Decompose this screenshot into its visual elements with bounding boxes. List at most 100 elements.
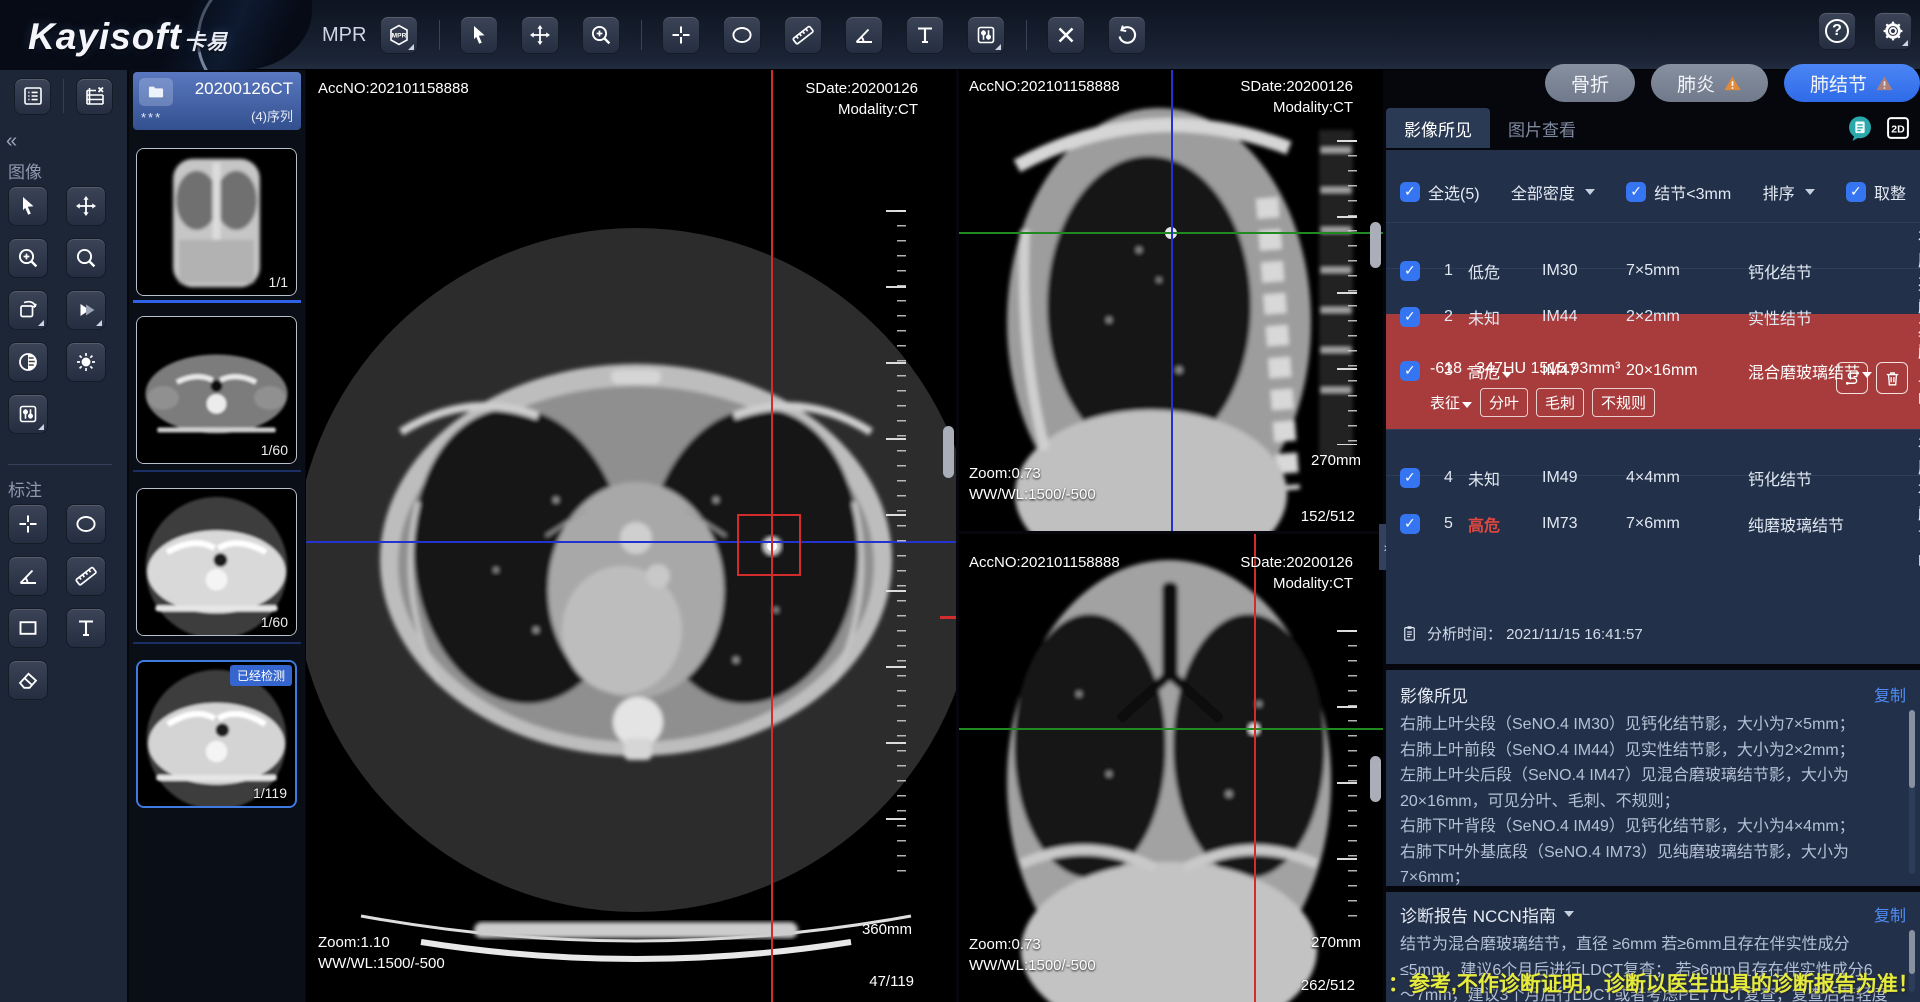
rail-crosshair-button[interactable]: [8, 504, 48, 544]
angle-tool-button[interactable]: [845, 16, 883, 54]
tab-image-findings[interactable]: 影像所见: [1386, 108, 1490, 148]
thumbnail-scout[interactable]: 1/1: [136, 148, 297, 296]
series-header[interactable]: 20200126CT *** (4)序列: [133, 72, 301, 130]
reset-button[interactable]: [1108, 16, 1146, 54]
checkbox-checked[interactable]: [1400, 261, 1420, 281]
thumbnail-axial-soft[interactable]: 1/60: [136, 488, 297, 636]
collapse-rail-button[interactable]: «: [6, 130, 17, 153]
toolbar-separator: [641, 20, 642, 50]
rail-magnify-button[interactable]: [66, 238, 106, 278]
settings-button[interactable]: [1874, 12, 1912, 50]
checkbox-checked[interactable]: [1626, 182, 1646, 202]
sagittal-scrollbar-thumb[interactable]: [1370, 222, 1381, 268]
thumbnail-axial-bone[interactable]: 1/60: [136, 316, 297, 464]
findings-scrollbar-thumb[interactable]: [1909, 710, 1915, 788]
study-date: SDate:20200126: [1240, 552, 1353, 573]
warning-icon: [1723, 74, 1742, 93]
rail-cine-button[interactable]: [66, 290, 106, 330]
help-button[interactable]: ?: [1818, 12, 1856, 50]
checkbox-checked[interactable]: [1400, 307, 1420, 327]
rail-ellipse-button[interactable]: [66, 504, 106, 544]
finding-line: 右肺下叶外基底段（SeNO.4 IM73）见纯磨玻璃结节影，大小为7×6mm；: [1400, 840, 1888, 889]
sagittal-viewport[interactable]: AccNO:202101158888 SDate:20200126 Modali…: [959, 70, 1383, 531]
axial-zoom-wwwl: Zoom:1.10 WW/WL:1500/-500: [318, 932, 445, 974]
zoom-tool-button[interactable]: [582, 16, 620, 54]
small-nodule-checkbox[interactable]: 结节<3mm: [1626, 180, 1731, 204]
route-icon: [1843, 369, 1862, 388]
layout-close-button[interactable]: [76, 78, 113, 115]
follow-up-button[interactable]: [1836, 362, 1868, 394]
layout-x-icon: [83, 84, 107, 108]
mode-pneumonia-button[interactable]: 肺炎: [1651, 64, 1768, 102]
crosshair-tool-button[interactable]: [662, 16, 700, 54]
ruler-tool-button[interactable]: [784, 16, 822, 54]
window-level-button[interactable]: [967, 16, 1005, 54]
rail-pan-button[interactable]: [66, 186, 106, 226]
feature-dropdown[interactable]: 表征: [1430, 392, 1472, 413]
logo-text-cn: 卡易: [184, 31, 228, 54]
rail-window-level-button[interactable]: [8, 394, 48, 434]
coronal-ruler-label: 270mm: [1311, 932, 1361, 953]
report-copy-button[interactable]: 复制: [1874, 902, 1906, 926]
delete-nodule-button[interactable]: [1876, 362, 1908, 394]
2d-view-icon[interactable]: 2D: [1884, 114, 1912, 142]
rail-eraser-button[interactable]: [8, 660, 48, 700]
angle-icon: [16, 564, 40, 588]
rail-pointer-button[interactable]: [8, 186, 48, 226]
mode-lung-nodule-button[interactable]: 肺结节: [1784, 64, 1920, 102]
thumbnail-axial-detected[interactable]: 已经检测 1/119: [136, 660, 297, 808]
nodule-roi-box[interactable]: [737, 514, 801, 576]
coronal-scrollbar-thumb[interactable]: [1370, 756, 1381, 802]
pointer-tool-button[interactable]: [460, 16, 498, 54]
sagittal-ruler-label: 270mm: [1311, 450, 1361, 471]
series-list-button[interactable]: [14, 78, 51, 115]
rail-zoom-button[interactable]: [8, 238, 48, 278]
study-title: 20200126CT: [195, 79, 293, 99]
checkbox-checked[interactable]: [1846, 182, 1866, 202]
delete-annotation-button[interactable]: [1047, 16, 1085, 54]
checkbox-checked[interactable]: [1400, 182, 1420, 202]
nodule-risk: 低危: [1468, 259, 1542, 283]
panel-tabs: 影像所见 图片查看: [1386, 108, 1920, 148]
report-bubble-icon[interactable]: [1846, 114, 1874, 142]
tab-image-view[interactable]: 图片查看: [1490, 108, 1594, 148]
rail-angle-button[interactable]: [8, 556, 48, 596]
rail-text-button[interactable]: [66, 608, 106, 648]
image-tools-section-label: 图像: [8, 158, 42, 183]
ellipse-tool-button[interactable]: [723, 16, 761, 54]
mode-fracture-button[interactable]: 骨折: [1545, 64, 1635, 102]
select-all-checkbox[interactable]: 全选(5): [1400, 180, 1480, 204]
axial-scrollbar-thumb[interactable]: [943, 426, 954, 478]
rail-rotate-button[interactable]: [8, 290, 48, 330]
nodule-type: 钙化结节: [1748, 466, 1918, 490]
nodule-row-4[interactable]: 4 未知 IM49 4×4mm 钙化结节 右肺下叶: [1386, 429, 1920, 475]
rail-rectangle-button[interactable]: [8, 608, 48, 648]
analysis-time-row: 分析时间： 2021/11/15 16:41:57: [1400, 623, 1643, 644]
nodule-row-3-selected[interactable]: 3 高危 IM47 20×16mm 混合磨玻璃结节 左肺上叶 -618 - 34…: [1386, 314, 1920, 429]
nodule-row-1[interactable]: 1 低危 IM30 7×5mm 钙化结节 右肺上叶: [1386, 222, 1920, 268]
thumbnail-slice-count: 1/60: [261, 442, 288, 458]
density-filter-dropdown[interactable]: 全部密度: [1511, 180, 1595, 204]
angle-icon: [852, 23, 876, 47]
x-icon: [1054, 23, 1078, 47]
findings-block: 影像所见 复制 右肺上叶尖段（SeNO.4 IM30）见钙化结节影，大小为7×5…: [1386, 670, 1920, 886]
ai-mode-switcher: 骨折 肺炎 肺结节: [1386, 64, 1920, 104]
sort-dropdown[interactable]: 排序: [1763, 180, 1815, 204]
checkbox-checked[interactable]: [1400, 514, 1420, 534]
rail-invert-button[interactable]: [8, 342, 48, 382]
toolbar-separator: [1026, 20, 1027, 50]
findings-copy-button[interactable]: 复制: [1874, 682, 1906, 706]
chevron-down-icon[interactable]: [1564, 911, 1574, 917]
round-checkbox[interactable]: 取整: [1846, 180, 1906, 204]
pan-tool-button[interactable]: [521, 16, 559, 54]
text-tool-button[interactable]: [906, 16, 944, 54]
svg-text:2D: 2D: [1891, 124, 1905, 136]
coronal-viewport[interactable]: AccNO:202101158888 SDate:20200126 Modali…: [959, 534, 1383, 1002]
axial-viewport[interactable]: AccNO:202101158888 SDate:20200126 Modali…: [306, 70, 956, 1002]
checkbox-checked[interactable]: [1400, 468, 1420, 488]
rail-ruler-button[interactable]: [66, 556, 106, 596]
mpr-mode-button[interactable]: MPR: [380, 16, 418, 54]
nodule-image-no: IM73: [1542, 515, 1626, 533]
nodule-image-no: IM44: [1542, 308, 1626, 326]
rail-brightness-button[interactable]: [66, 342, 106, 382]
